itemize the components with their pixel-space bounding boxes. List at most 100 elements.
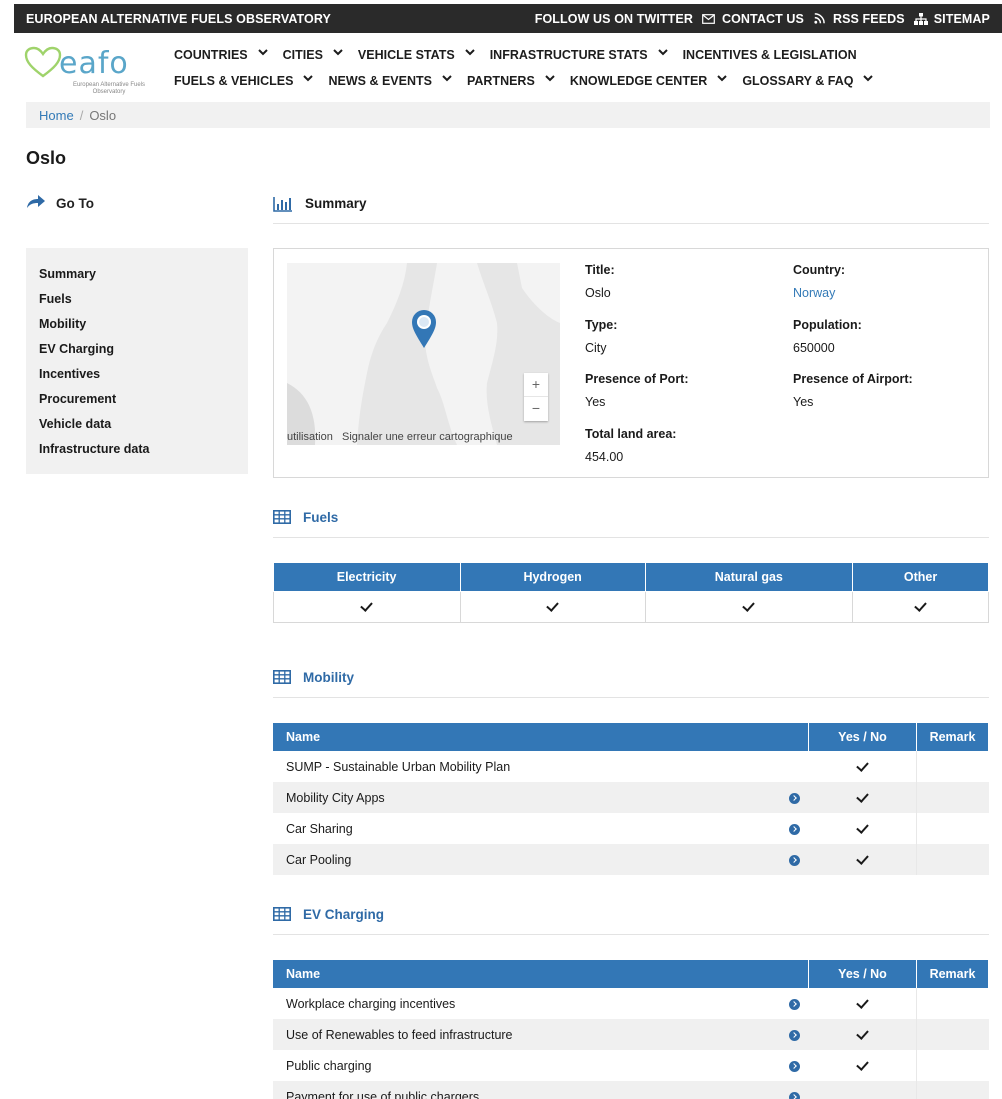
sidebar-item-fuels[interactable]: Fuels <box>39 290 235 315</box>
info-cell <box>780 1019 809 1050</box>
info-cell <box>781 813 809 844</box>
remark-cell <box>916 844 989 875</box>
sidebar-item-incentives[interactable]: Incentives <box>39 365 235 390</box>
sitemap-link[interactable]: SITEMAP <box>913 12 990 26</box>
check-icon <box>914 599 927 612</box>
ev-charging-table: Name Yes / No Remark Workplace charging … <box>273 960 989 1099</box>
logo[interactable]: eafo European Alternative Fuels Observat… <box>24 40 164 96</box>
table-icon <box>273 907 291 924</box>
remark-cell <box>916 782 989 813</box>
sidebar-item-infrastructure-data[interactable]: Infrastructure data <box>39 440 235 465</box>
mail-icon <box>702 12 716 26</box>
site-name: EUROPEAN ALTERNATIVE FUELS OBSERVATORY <box>26 11 331 26</box>
mobility-table: Name Yes / No Remark SUMP - Sustainable … <box>273 723 989 875</box>
nav-label: PARTNERS <box>466 74 535 88</box>
map-terms-link[interactable]: utilisation <box>287 431 333 443</box>
breadcrumb-separator: / <box>79 107 84 123</box>
country-link[interactable]: Norway <box>793 286 845 300</box>
field-land-area: Total land area: 454.00 <box>585 427 676 464</box>
field-title-value: Oslo <box>585 286 611 300</box>
contact-link[interactable]: CONTACT US <box>702 12 804 26</box>
yesno-cell <box>808 1081 917 1099</box>
sidebar-item-summary[interactable]: Summary <box>39 265 235 290</box>
field-population-value: 650000 <box>793 341 835 355</box>
info-cell <box>780 844 809 875</box>
sidebar-item-mobility[interactable]: Mobility <box>39 315 235 340</box>
rss-link-label: RSS FEEDS <box>832 11 905 26</box>
check-icon <box>855 789 869 803</box>
fuels-table: Electricity Hydrogen Natural gas Other <box>273 563 989 623</box>
fuel-column-header: Natural gas <box>644 563 854 592</box>
nav-row-2: FUELS & VEHICLES NEWS & EVENTS PARTNERS … <box>174 68 994 94</box>
field-land-area-value: 454.00 <box>585 450 624 464</box>
sidebar-item-procurement[interactable]: Procurement <box>39 390 235 415</box>
info-cell <box>781 751 809 782</box>
zoom-out-button[interactable]: − <box>524 397 548 421</box>
chevron-right-circle-icon[interactable] <box>789 1091 800 1099</box>
nav-label: GLOSSARY & FAQ <box>742 74 854 88</box>
fuel-cell <box>644 590 854 623</box>
check-icon <box>546 599 559 612</box>
ev-charging-heading: EV Charging <box>303 907 385 922</box>
nav-cities[interactable]: CITIES <box>283 48 343 62</box>
zoom-in-button[interactable]: + <box>524 373 548 397</box>
chevron-right-circle-icon[interactable] <box>789 998 800 1010</box>
breadcrumb: Home / Oslo <box>26 102 990 128</box>
chevron-right-circle-icon[interactable] <box>789 1060 800 1072</box>
nav-partners[interactable]: PARTNERS <box>466 74 555 88</box>
remark-cell <box>916 1081 989 1099</box>
nav-knowledge-center[interactable]: KNOWLEDGE CENTER <box>570 74 728 88</box>
nav-news-events[interactable]: NEWS & EVENTS <box>328 74 452 88</box>
map-pin-icon[interactable] <box>411 309 437 349</box>
sidebar-item-ev-charging[interactable]: EV Charging <box>39 340 235 365</box>
breadcrumb-home-link[interactable]: Home <box>39 108 74 123</box>
check-icon <box>855 1057 869 1071</box>
row-name: Public charging <box>286 1058 372 1073</box>
chevron-right-circle-icon[interactable] <box>789 854 800 866</box>
fuels-heading: Fuels <box>303 510 339 525</box>
sidebar-item-vehicle-data[interactable]: Vehicle data <box>39 415 235 440</box>
table-row <box>273 590 989 623</box>
check-icon <box>855 995 869 1009</box>
chevron-down-icon <box>303 74 314 84</box>
table-row: Public charging <box>273 1050 989 1081</box>
field-airport: Presence of Airport: Yes <box>793 372 913 409</box>
city-map[interactable]: + − <box>287 263 560 445</box>
info-cell <box>781 1050 809 1081</box>
summary-section-header: Summary <box>273 196 989 224</box>
row-name: SUMP - Sustainable Urban Mobility Plan <box>286 759 511 774</box>
remark-column-header: Remark <box>916 960 989 988</box>
row-name: Car Pooling <box>273 844 781 875</box>
map-report-error-link[interactable]: Signaler une erreur cartographique <box>342 431 513 443</box>
check-icon <box>855 851 869 865</box>
chevron-right-circle-icon[interactable] <box>789 792 800 804</box>
yesno-cell <box>809 813 917 844</box>
chevron-right-circle-icon[interactable] <box>789 823 800 835</box>
main-nav: COUNTRIES CITIES VEHICLE STATS INFRASTRU… <box>174 42 994 94</box>
nav-label: NEWS & EVENTS <box>328 74 432 88</box>
share-arrow-icon <box>26 194 46 212</box>
fuels-section-header: Fuels <box>273 510 989 538</box>
nav-infrastructure-stats[interactable]: INFRASTRUCTURE STATS <box>490 48 668 62</box>
fuel-column-header: Hydrogen <box>459 563 646 592</box>
chevron-right-circle-icon[interactable] <box>789 1029 800 1041</box>
mobility-heading: Mobility <box>303 670 354 685</box>
nav-vehicle-stats[interactable]: VEHICLE STATS <box>358 48 475 62</box>
field-population: Population: 650000 <box>793 318 862 355</box>
field-port: Presence of Port: Yes <box>585 372 689 409</box>
yesno-cell <box>809 1050 917 1081</box>
check-icon <box>855 1026 869 1040</box>
info-cell <box>780 782 809 813</box>
nav-glossary-faq[interactable]: GLOSSARY & FAQ <box>742 74 874 88</box>
breadcrumb-current: Oslo <box>89 107 117 123</box>
nav-incentives-legislation[interactable]: INCENTIVES & LEGISLATION <box>683 48 857 62</box>
summary-heading: Summary <box>305 196 367 211</box>
top-bar: EUROPEAN ALTERNATIVE FUELS OBSERVATORY F… <box>14 4 1002 33</box>
field-type: Type: City <box>585 318 617 355</box>
rss-link[interactable]: RSS FEEDS <box>813 12 905 26</box>
map-zoom-control: + − <box>524 373 548 421</box>
twitter-link[interactable]: FOLLOW US ON TWITTER <box>535 12 693 26</box>
name-column-header: Name <box>273 960 809 988</box>
nav-countries[interactable]: COUNTRIES <box>174 48 268 62</box>
nav-fuels-vehicles[interactable]: FUELS & VEHICLES <box>174 74 314 88</box>
